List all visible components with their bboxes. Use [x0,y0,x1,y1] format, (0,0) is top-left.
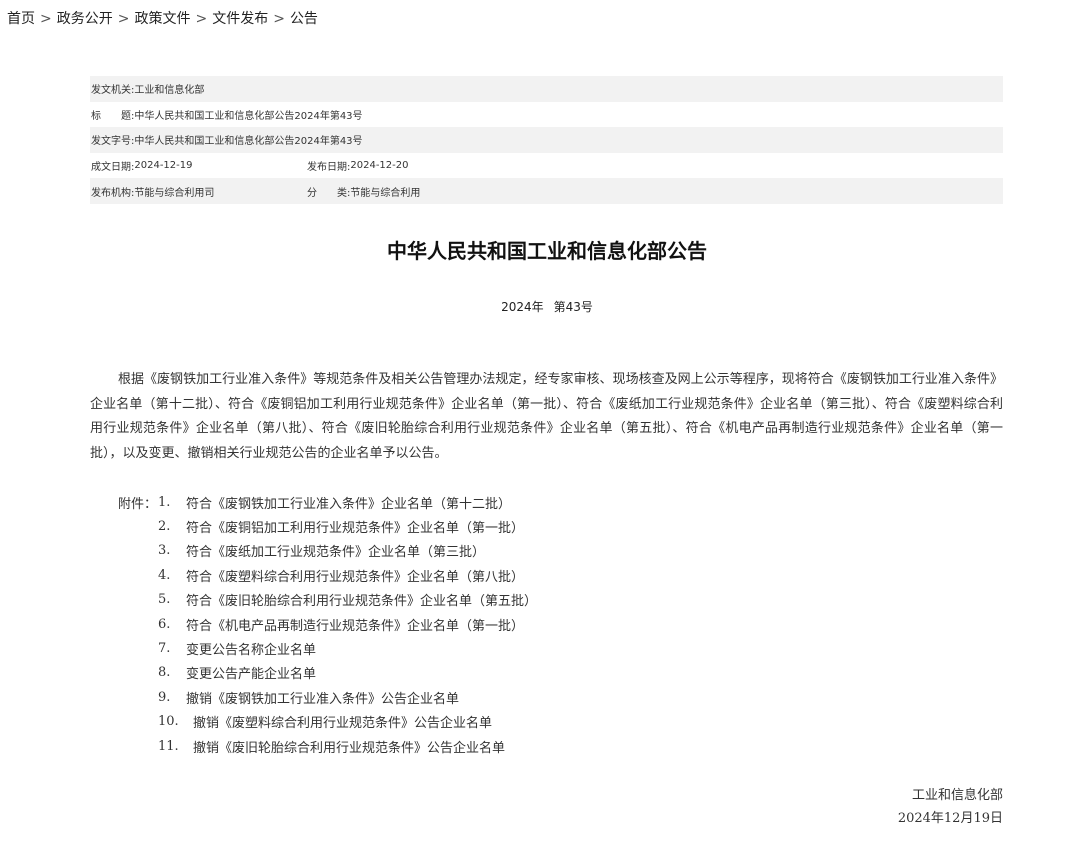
attachment-number: 4. [158,567,171,583]
attachment-number: 11. [158,738,179,754]
meta-issuer-value: 工业和信息化部 [134,85,205,97]
breadcrumb-separator: > [195,11,208,27]
meta-written-label: 成文日期: [91,162,135,174]
meta-title-value: 中华人民共和国工业和信息化部公告2024年第43号 [134,110,363,122]
attachment-text[interactable]: 符合《废塑料综合利用行业规范条件》企业名单（第八批） [186,566,524,585]
meta-row-org: 发布机构: 节能与综合利用司 分 类: 节能与综合利用 [90,178,1003,204]
attachment-number: 8. [158,665,171,681]
meta-written-cell: 成文日期: 2024-12-19 [91,158,307,173]
document-number: 2024年 第43号 [0,298,1080,315]
attachment-number: 1. [158,494,171,510]
attachment-text[interactable]: 符合《废铜铝加工利用行业规范条件》企业名单（第一批） [186,517,524,536]
attachment-text[interactable]: 符合《废纸加工行业规范条件》企业名单（第三批） [186,541,485,560]
meta-written-value: 2024-12-19 [134,160,193,172]
breadcrumb-gov-affairs-link[interactable]: 政务公开 [57,11,113,27]
attachment-text[interactable]: 符合《机电产品再制造行业规范条件》企业名单（第一批） [186,615,524,634]
attachment-item[interactable]: 8. 变更公告产能企业名单 [118,661,918,685]
meta-row-dates: 成文日期: 2024-12-19 发布日期: 2024-12-20 [90,153,1003,179]
attachment-item[interactable]: 10. 撤销《废塑料综合利用行业规范条件》公告企业名单 [118,710,918,734]
attachment-text[interactable]: 变更公告产能企业名单 [186,663,316,682]
breadcrumb-file-release-link[interactable]: 文件发布 [212,11,268,27]
meta-org-label: 发布机构: [91,187,135,199]
document-year: 2024年 [501,300,544,314]
document-signature: 工业和信息化部 2024年12月19日 [898,784,1003,830]
breadcrumb-separator: > [273,11,285,27]
document-meta-table: 发文机关: 工业和信息化部 标 题: 中华人民共和国工业和信息化部公告2024年… [90,76,1003,204]
breadcrumb-separator: > [117,11,130,27]
meta-row-docnum: 发文字号: 中华人民共和国工业和信息化部公告2024年第43号 [90,127,1003,153]
sign-date: 2024年12月19日 [897,811,1003,826]
attachment-text[interactable]: 撤销《废塑料综合利用行业规范条件》公告企业名单 [193,712,492,731]
attachment-item[interactable]: 7. 变更公告名称企业名单 [118,636,918,660]
attachment-item[interactable]: 4. 符合《废塑料综合利用行业规范条件》企业名单（第八批） [118,563,918,587]
breadcrumb: 首页 > 政务公开 > 政策文件 > 文件发布 > 公告 [7,8,318,28]
attachment-text[interactable]: 撤销《废钢铁加工行业准入条件》公告企业名单 [186,688,459,707]
attachment-number: 6. [158,616,171,632]
attachment-item[interactable]: 9. 撤销《废钢铁加工行业准入条件》公告企业名单 [118,685,918,709]
attachment-number: 5. [158,592,171,608]
attachments-list: 附件： 1. 符合《废钢铁加工行业准入条件》企业名单（第十二批） 2. 符合《废… [118,490,918,758]
meta-org-value: 节能与综合利用司 [134,187,215,199]
attachment-number: 9. [158,689,171,705]
document-title: 中华人民共和国工业和信息化部公告 [387,239,707,263]
attachment-number: 2. [158,519,171,535]
breadcrumb-separator: > [40,11,52,27]
attachment-number: 3. [158,543,171,559]
meta-row-issuer: 发文机关: 工业和信息化部 [90,76,1003,102]
breadcrumb-policy-files-link[interactable]: 政策文件 [134,11,190,27]
attachment-item[interactable]: 3. 符合《废纸加工行业规范条件》企业名单（第三批） [118,539,918,563]
attachment-item[interactable]: 11. 撤销《废旧轮胎综合利用行业规范条件》公告企业名单 [118,734,918,758]
attachment-text[interactable]: 符合《废旧轮胎综合利用行业规范条件》企业名单（第五批） [186,590,537,609]
meta-published-label: 发布日期: [307,162,351,174]
attachment-text[interactable]: 变更公告名称企业名单 [186,639,316,658]
signer-name: 工业和信息化部 [911,788,1003,803]
breadcrumb-home-link[interactable]: 首页 [7,11,35,27]
attachment-number: 10. [158,714,179,730]
attachment-item[interactable]: 5. 符合《废旧轮胎综合利用行业规范条件》企业名单（第五批） [118,588,918,612]
attachment-text[interactable]: 符合《废钢铁加工行业准入条件》企业名单（第十二批） [186,493,511,512]
attachment-number: 7. [158,641,171,657]
attachment-item[interactable]: 2. 符合《废铜铝加工利用行业规范条件》企业名单（第一批） [118,514,918,538]
meta-docnum-label: 发文字号: [91,136,135,148]
attachment-item[interactable]: 附件： 1. 符合《废钢铁加工行业准入条件》企业名单（第十二批） [118,490,918,514]
meta-published-cell: 发布日期: 2024-12-20 [307,158,409,173]
attachment-item[interactable]: 6. 符合《机电产品再制造行业规范条件》企业名单（第一批） [118,612,918,636]
attachments-label: 附件： [118,496,158,512]
document-body-paragraph: 根据《废钢铁加工行业准入条件》等规范条件及相关公告管理办法规定，经专家审核、现场… [90,372,1003,461]
meta-category-cell: 分 类: 节能与综合利用 [307,184,420,199]
meta-docnum-value: 中华人民共和国工业和信息化部公告2024年第43号 [134,136,363,148]
meta-row-title: 标 题: 中华人民共和国工业和信息化部公告2024年第43号 [90,102,1003,128]
meta-issuer-label: 发文机关: [91,85,135,97]
attachment-text[interactable]: 撤销《废旧轮胎综合利用行业规范条件》公告企业名单 [193,737,505,756]
meta-category-value: 节能与综合利用 [350,187,421,199]
meta-published-value: 2024-12-20 [350,160,409,172]
meta-org-cell: 发布机构: 节能与综合利用司 [91,184,307,199]
document-issue-number: 第43号 [553,300,593,314]
breadcrumb-notice-link[interactable]: 公告 [290,11,318,27]
meta-title-label: 标 题: [91,110,135,122]
meta-category-label: 分 类: [307,187,351,199]
